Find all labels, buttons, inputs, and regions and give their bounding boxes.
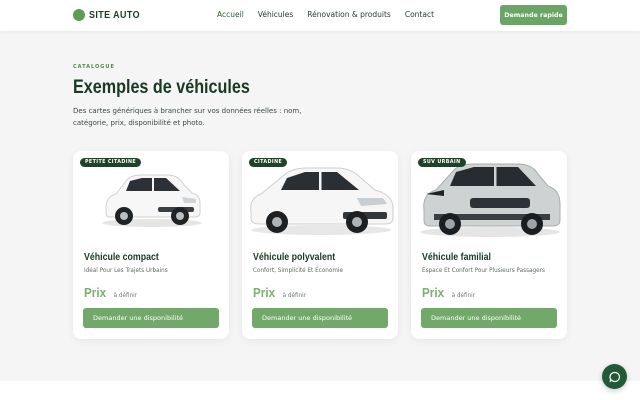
category-badge: PETITE CITADINE [80, 158, 142, 167]
price-label: Prix [253, 285, 276, 300]
footer-band [0, 381, 640, 400]
brand-name: SITE AUTO [89, 9, 140, 21]
site-header: SITE AUTO Accueil Véhicules Rénovation &… [0, 0, 640, 31]
vehicle-subtitle: Confort, Simplicité Et Économie [253, 268, 344, 274]
vehicle-price: Prix à définir [84, 285, 137, 300]
price-note: à définir [113, 293, 138, 299]
section-description: Des cartes génériques à brancher sur vos… [73, 107, 302, 127]
quick-request-button[interactable]: Demande rapide [500, 5, 567, 25]
section-title: Exemples de véhicules [73, 77, 250, 98]
category-badge: CITADINE [249, 158, 288, 167]
vehicle-title: Véhicule compact [84, 252, 159, 263]
category-badge: SUV URBAIN [418, 158, 466, 167]
vehicle-subtitle: Idéal Pour Les Trajets Urbains [84, 268, 168, 274]
chat-button[interactable] [602, 364, 627, 389]
brand-dot-icon [73, 9, 85, 21]
price-note: à définir [282, 293, 307, 299]
vehicle-title: Véhicule polyvalent [253, 252, 336, 263]
vehicle-price: Prix à définir [422, 285, 475, 300]
nav-item-vehicules[interactable]: Véhicules [258, 10, 293, 19]
price-label: Prix [84, 285, 107, 300]
section-eyebrow: CATALOGUE [73, 64, 115, 70]
brand-logo[interactable]: SITE AUTO [73, 9, 149, 21]
price-note: à définir [451, 293, 476, 299]
vehicle-card: PETITE CITADINE Véhicule compact Idéal P… [73, 151, 229, 339]
availability-button[interactable]: Demander une disponibilité [252, 308, 388, 328]
nav-item-contact[interactable]: Contact [405, 10, 434, 19]
chat-icon [608, 371, 620, 382]
availability-button[interactable]: Demander une disponibilité [421, 308, 557, 328]
availability-button[interactable]: Demander une disponibilité [83, 308, 219, 328]
vehicle-subtitle: Espace Et Confort Pour Plusieurs Passage… [422, 268, 545, 274]
nav-item-accueil[interactable]: Accueil [217, 10, 244, 19]
car-compact-icon [102, 174, 202, 227]
vehicle-price: Prix à définir [253, 285, 306, 300]
nav-item-renovation[interactable]: Rénovation & produits [307, 10, 391, 19]
vehicle-card: SUV URBAIN Véhicule familial Espace Et C… [411, 151, 567, 339]
vehicle-card: CITADINE Véhicule polyvalent Confort, Si… [242, 151, 398, 339]
vehicle-title: Véhicule familial [422, 252, 491, 263]
price-label: Prix [422, 285, 445, 300]
main-nav: Accueil Véhicules Rénovation & produits … [217, 10, 434, 19]
